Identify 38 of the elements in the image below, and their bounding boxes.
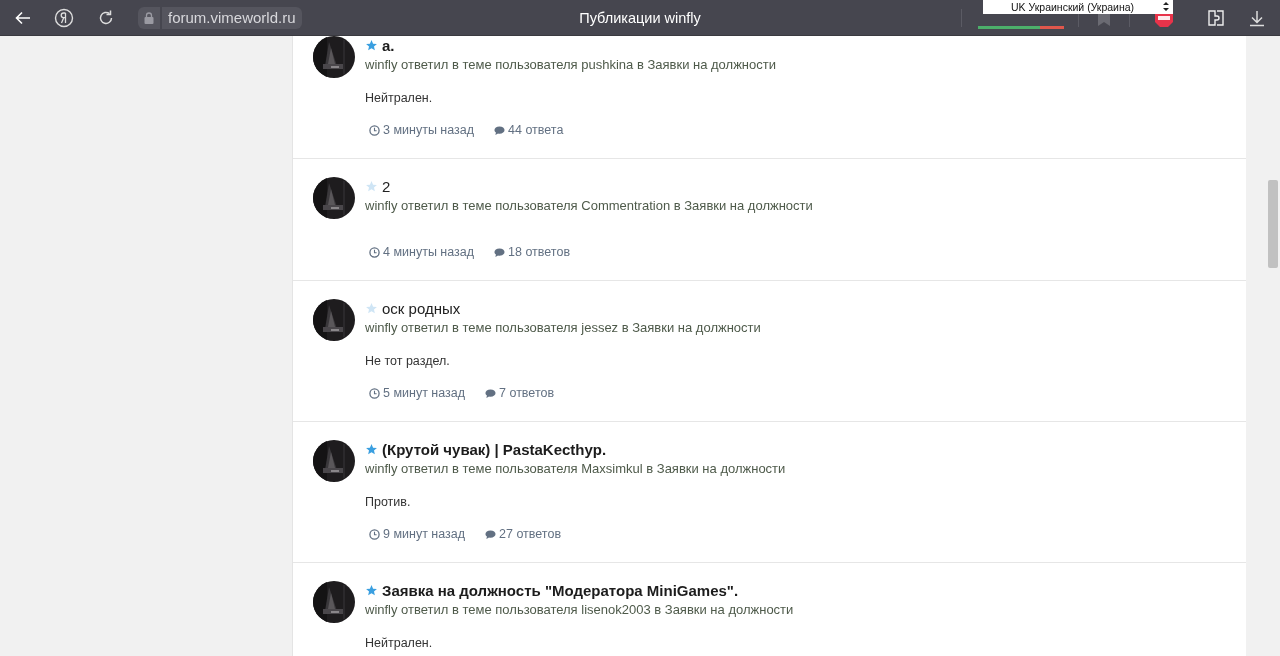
post-title[interactable]: оск родных (382, 299, 461, 318)
post-time: 9 минут назад (383, 526, 466, 542)
post-title[interactable]: (Крутой чувак) | PastaKecthyp. (382, 440, 607, 459)
reply-count: 27 ответов (499, 526, 562, 542)
post-excerpt: Против. (365, 494, 412, 510)
reply-count: 7 ответов (499, 385, 555, 401)
post-excerpt: Нейтрален. (365, 635, 434, 651)
post-meta: winfly ответил в теме пользователя Maxsimkul в Заявки на должности (365, 461, 786, 477)
lock-icon (144, 11, 154, 24)
comment-icon (494, 246, 506, 258)
comment-icon (485, 387, 497, 399)
post-excerpt: Нейтрален. (365, 90, 434, 106)
language-menu[interactable]: UK Украинский (Украина) (983, 0, 1173, 14)
post-meta: winfly ответил в теме пользователя jessez в Заявки на должности (365, 320, 761, 336)
page-title: Публикации winfly (579, 9, 701, 26)
post-time: 3 минуты назад (383, 122, 475, 138)
comment-icon (494, 124, 506, 136)
post-meta: winfly ответил в теме пользователя pushkina в Заявки на должности (365, 57, 776, 73)
clock-icon (369, 528, 380, 540)
post-time: 5 минут назад (383, 385, 466, 401)
post-meta: winfly ответил в теме пользователя Commentration в Заявки на должности (365, 198, 813, 214)
post-excerpt: Не тот раздел. (365, 353, 451, 369)
post-title[interactable]: Заявка на должность "Модератора MiniGames". (382, 581, 739, 600)
comment-icon (485, 528, 497, 540)
post-time: 4 минуты назад (383, 244, 475, 260)
updown-arrow-icon (1163, 0, 1169, 12)
extensions-icon[interactable] (1206, 7, 1226, 28)
download-icon[interactable] (1248, 8, 1266, 27)
clock-icon (369, 124, 380, 136)
reply-count: 44 ответа (508, 122, 564, 138)
post-title[interactable]: a. (382, 36, 395, 55)
address-bar[interactable]: forum.vimeworld.ru (162, 6, 302, 29)
clock-icon (369, 246, 380, 258)
reply-count: 18 ответов (508, 244, 571, 260)
post-title[interactable]: 2 (382, 177, 391, 196)
browser-logo-icon[interactable] (54, 7, 74, 28)
post-meta: winfly ответил в теме пользователя lisenok2003 в Заявки на должности (365, 602, 794, 618)
clock-icon (369, 387, 380, 399)
